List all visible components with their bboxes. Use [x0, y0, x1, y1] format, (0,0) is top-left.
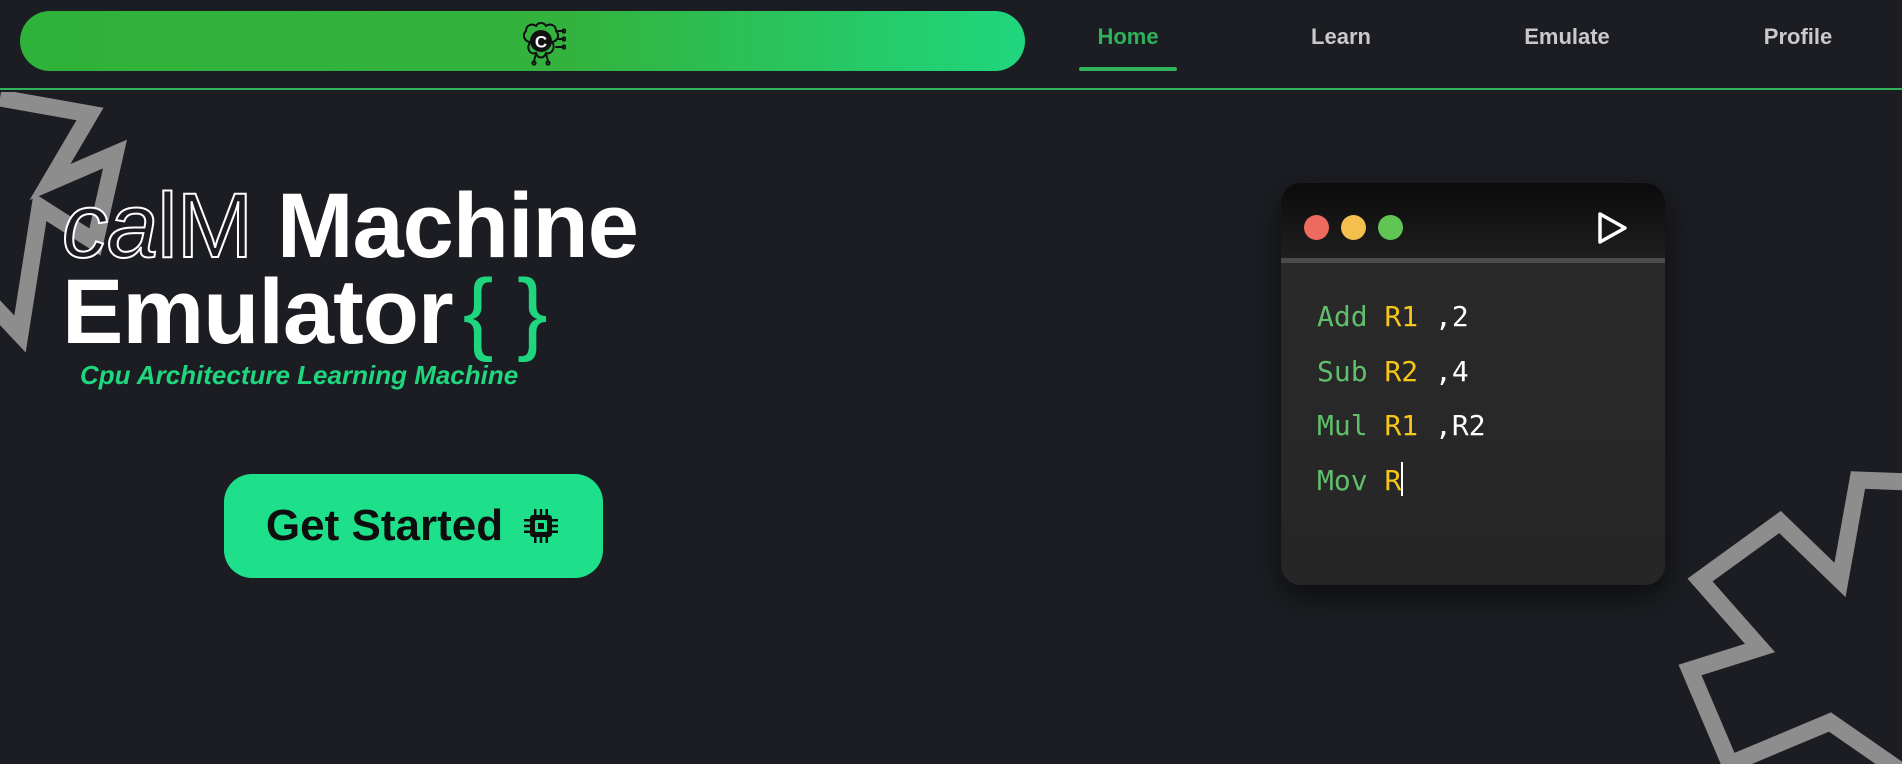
code-line: Mul R1 ,R2	[1317, 404, 1486, 459]
nav-active-indicator	[1079, 67, 1177, 71]
brand-bar[interactable]: C	[20, 11, 1025, 71]
code-register: R	[1384, 463, 1402, 497]
get-started-label: Get Started	[265, 501, 504, 550]
code-register: R1	[1384, 409, 1419, 442]
text-cursor	[1401, 461, 1404, 496]
brand-letter: C	[535, 33, 547, 52]
code-editor-content[interactable]: Add R1 ,2 Sub R2 ,4 Mul R1 ,R2 Mov R	[1317, 295, 1486, 513]
code-opcode: Add	[1317, 300, 1368, 333]
code-opcode: Mov	[1317, 463, 1368, 497]
hero-subtitle: Cpu Architecture Learning Machine	[80, 360, 519, 390]
nav-home[interactable]: Home	[1079, 24, 1177, 54]
window-close-dot[interactable]	[1304, 215, 1329, 240]
code-window-titlebar	[1281, 183, 1665, 263]
window-maximize-dot[interactable]	[1378, 215, 1403, 240]
play-icon[interactable]	[1591, 208, 1631, 248]
code-argument: ,R2	[1435, 409, 1486, 442]
code-opcode: Sub	[1317, 354, 1368, 388]
cpu-chip-icon	[521, 506, 561, 546]
code-argument: ,4	[1435, 354, 1469, 388]
top-navbar: C Home Learn Emulate Profile	[0, 0, 1902, 90]
brain-chip-icon[interactable]: C	[516, 17, 566, 67]
code-editor-window: Add R1 ,2 Sub R2 ,4 Mul R1 ,R2 Mov R	[1281, 183, 1665, 585]
decorative-zigzag-right	[1678, 471, 1902, 764]
code-line: Add R1 ,2	[1317, 295, 1486, 350]
window-minimize-dot[interactable]	[1341, 215, 1366, 240]
nav-emulate[interactable]: Emulate	[1515, 24, 1619, 54]
hero-title-emulator: Emulator	[62, 261, 454, 363]
code-argument: ,2	[1435, 300, 1469, 333]
nav-learn[interactable]: Learn	[1296, 24, 1386, 54]
code-register: R1	[1384, 300, 1419, 333]
get-started-button[interactable]: Get Started	[224, 474, 603, 578]
code-opcode: Mul	[1317, 409, 1368, 442]
nav-profile[interactable]: Profile	[1756, 24, 1840, 54]
hero-title-braces: { }	[462, 261, 548, 363]
code-register: R2	[1384, 354, 1419, 388]
code-line: Sub R2 ,4	[1317, 350, 1486, 405]
code-line: Mov R	[1317, 459, 1486, 514]
hero-title-line-2: Emulator{ }	[62, 261, 548, 363]
